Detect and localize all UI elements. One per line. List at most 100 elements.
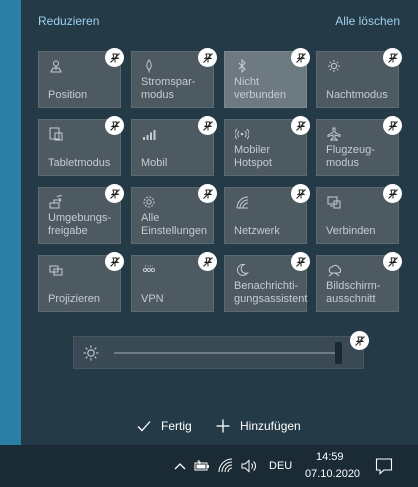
cellular-icon: [143, 130, 156, 140]
unpin-icon: [109, 52, 120, 63]
battery-icon[interactable]: [194, 458, 210, 474]
tile-label: Bildschirm- ausschnitt: [326, 280, 381, 305]
tile-netzwerk[interactable]: Netzwerk: [224, 184, 310, 244]
tile-label: Stromspar- modus: [141, 76, 196, 101]
tile-vpn[interactable]: VPN: [131, 252, 217, 312]
unpin-icon: [202, 188, 213, 199]
location-icon: [50, 60, 62, 73]
unpin-button[interactable]: [383, 116, 402, 135]
unpin-button[interactable]: [291, 116, 310, 135]
desktop-background: [0, 0, 21, 445]
connect-icon: [327, 196, 341, 209]
unpin-button[interactable]: [198, 48, 217, 67]
hotspot-icon: [235, 128, 249, 140]
unpin-button[interactable]: [198, 184, 217, 203]
tile-bildschirm-ausschnitt[interactable]: Bildschirm- ausschnitt: [316, 252, 402, 312]
bluetooth-icon: [238, 59, 246, 73]
unpin-icon: [109, 188, 120, 199]
tile-umgebungs-freigabe[interactable]: Umgebungs- freigabe: [38, 184, 124, 244]
unpin-icon: [295, 188, 306, 199]
unpin-button[interactable]: [383, 48, 402, 67]
plus-icon: [216, 419, 230, 433]
clock-date[interactable]: 07.10.2020: [305, 468, 360, 480]
tile-nachtmodus[interactable]: Nachtmodus: [316, 48, 402, 108]
unpin-button[interactable]: [105, 184, 124, 203]
unpin-icon: [354, 335, 365, 346]
unpin-icon: [202, 256, 213, 267]
tile-label: Benachrichti- gungsassistent: [234, 280, 308, 305]
language-indicator[interactable]: DEU: [269, 460, 292, 472]
unpin-icon: [295, 120, 306, 131]
tile-label: Position: [48, 89, 88, 101]
unpin-button[interactable]: [291, 184, 310, 203]
notification-icon: [375, 458, 393, 475]
collapse-link[interactable]: Reduzieren: [38, 14, 99, 28]
done-button[interactable]: Fertig: [137, 419, 192, 433]
tablet-mode-icon: [49, 127, 63, 141]
tile-benachrichti-gungsassistent[interactable]: Benachrichti- gungsassistent: [224, 252, 310, 312]
focus-assist-icon: [236, 263, 249, 276]
unpin-icon: [109, 120, 120, 131]
unpin-icon: [387, 188, 398, 199]
project-icon: [49, 265, 63, 276]
unpin-button[interactable]: [105, 252, 124, 271]
nearby-share-icon: [49, 195, 63, 209]
vpn-icon: [142, 265, 156, 273]
unpin-button[interactable]: [198, 116, 217, 135]
unpin-icon: [387, 52, 398, 63]
unpin-button[interactable]: [291, 252, 310, 271]
tile-mobiler-hotspot[interactable]: Mobiler Hotspot: [224, 116, 310, 176]
tile-position[interactable]: Position: [38, 48, 124, 108]
unpin-button[interactable]: [291, 48, 310, 67]
gear-icon: [143, 196, 155, 208]
brightness-icon: [83, 345, 99, 361]
brightness-slider[interactable]: [73, 331, 369, 369]
checkmark-icon: [137, 421, 151, 432]
unpin-icon: [295, 256, 306, 267]
action-center-button[interactable]: [364, 445, 404, 487]
tile-label: Nicht verbunden: [234, 76, 286, 101]
tile-nicht-verbunden[interactable]: Nicht verbunden: [224, 48, 310, 108]
tile-label: Flugzeug- modus: [326, 144, 375, 169]
unpin-icon: [202, 120, 213, 131]
done-label: Fertig: [161, 419, 192, 433]
add-button[interactable]: Hinzufügen: [216, 419, 301, 433]
tile-label: Alle Einstellungen: [141, 212, 208, 237]
unpin-button[interactable]: [383, 184, 402, 203]
battery-saver-icon: [146, 59, 152, 73]
unpin-icon: [295, 52, 306, 63]
unpin-button[interactable]: [198, 252, 217, 271]
tile-flugzeug-modus[interactable]: Flugzeug- modus: [316, 116, 402, 176]
tile-verbinden[interactable]: Verbinden: [316, 184, 402, 244]
tile-alle-einstellungen[interactable]: Alle Einstellungen: [131, 184, 217, 244]
unpin-icon: [387, 256, 398, 267]
tile-label: Umgebungs- freigabe: [48, 212, 111, 237]
network-icon: [236, 196, 249, 209]
unpin-button[interactable]: [383, 252, 402, 271]
unpin-icon: [202, 52, 213, 63]
unpin-button[interactable]: [105, 116, 124, 135]
tile-projizieren[interactable]: Projizieren: [38, 252, 124, 312]
unpin-icon: [387, 120, 398, 131]
tile-label: Netzwerk: [234, 225, 280, 237]
tile-stromspar-modus[interactable]: Stromspar- modus: [131, 48, 217, 108]
unpin-button[interactable]: [105, 48, 124, 67]
volume-icon[interactable]: [241, 458, 257, 474]
brightness-track[interactable]: [114, 352, 336, 354]
chevron-up-icon[interactable]: [172, 458, 188, 474]
add-label: Hinzufügen: [240, 419, 301, 433]
tile-label: Projizieren: [48, 293, 100, 305]
wifi-icon[interactable]: [218, 458, 234, 474]
taskbar: DEU 14:59 07.10.2020: [0, 445, 418, 487]
clear-all-link[interactable]: Alle löschen: [335, 14, 400, 28]
tile-label: Mobil: [141, 157, 168, 169]
tile-tabletmodus[interactable]: Tabletmodus: [38, 116, 124, 176]
night-light-icon: [328, 60, 340, 72]
tile-mobil[interactable]: Mobil: [131, 116, 217, 176]
tile-label: Nachtmodus: [326, 89, 388, 101]
clock-time[interactable]: 14:59: [316, 451, 344, 463]
screen-snip-icon: [328, 264, 341, 277]
brightness-thumb[interactable]: [335, 342, 342, 364]
tile-label: Tabletmodus: [48, 157, 111, 169]
unpin-brightness-button[interactable]: [350, 331, 369, 350]
